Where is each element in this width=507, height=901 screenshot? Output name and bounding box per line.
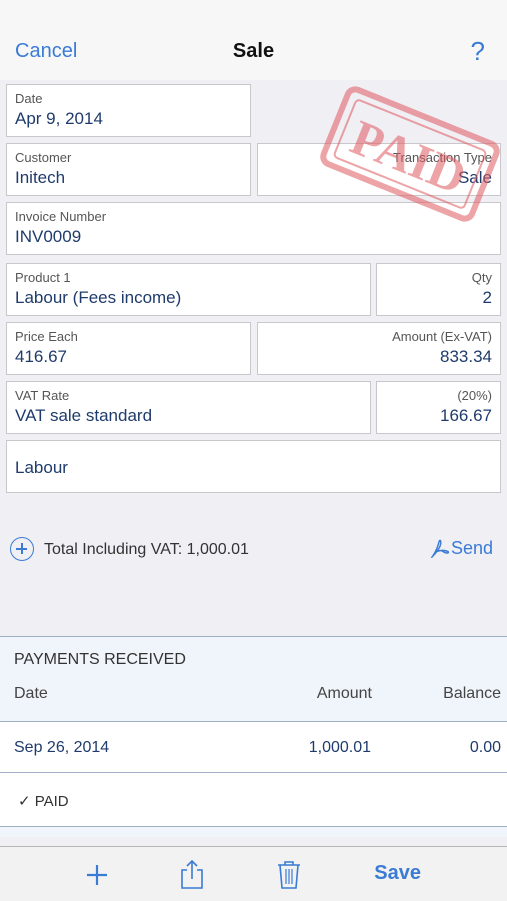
column-header-amount: Amount [316,685,372,702]
plus-icon[interactable] [84,859,110,889]
amount-ex-vat-value: 833.34 [440,347,492,366]
price-each-label: Price Each [15,329,78,344]
paid-status-row[interactable]: ✓ PAID [0,773,507,827]
date-value: Apr 9, 2014 [15,109,103,128]
send-button[interactable]: Send [429,538,493,560]
payment-row[interactable]: Sep 26, 2014 1,000.01 0.00 [0,721,507,773]
add-circle-icon[interactable] [10,537,34,561]
payment-balance: 0.00 [469,739,501,756]
description-field[interactable]: Labour [6,440,501,493]
paid-status: ✓ PAID [18,793,69,810]
vat-amount-field[interactable]: (20%) 166.67 [376,381,501,434]
invoice-number-value: INV0009 [15,227,82,246]
trash-icon[interactable] [275,859,303,889]
vat-amount-value: 166.67 [440,406,492,425]
total-including-vat: Total Including VAT: 1,000.01 [44,541,249,558]
save-button[interactable]: Save [374,862,421,885]
vat-percent-label: (20%) [457,388,492,403]
page-title: Sale [232,40,275,62]
customer-value: Initech [15,168,66,187]
description-value: Labour [15,458,68,477]
invoice-number-label: Invoice Number [15,209,107,224]
pdf-icon [430,539,450,559]
invoice-number-field[interactable]: Invoice Number INV0009 [6,202,501,255]
product-label: Product 1 [15,270,71,285]
transaction-type-value: Sale [457,168,492,187]
send-label: Send [450,538,493,558]
bottom-toolbar: Save [0,846,507,901]
date-field[interactable]: Date Apr 9, 2014 [6,84,251,137]
transaction-type-label: Transaction Type [393,150,492,165]
payment-amount: 1,000.01 [308,739,371,756]
vat-rate-field[interactable]: VAT Rate VAT sale standard [6,381,371,434]
customer-label: Customer [15,150,72,165]
product-value: Labour (Fees income) [15,288,182,307]
navigation-bar: Cancel Sale ? [0,0,507,80]
total-row: Total Including VAT: 1,000.01 Send [0,530,507,570]
qty-label: Qty [471,270,492,285]
customer-field[interactable]: Customer Initech [6,143,251,196]
product-field[interactable]: Product 1 Labour (Fees income) [6,263,371,316]
price-each-value: 416.67 [15,347,67,366]
amount-ex-vat-field[interactable]: Amount (Ex-VAT) 833.34 [257,322,501,375]
date-label: Date [15,91,43,106]
payment-date: Sep 26, 2014 [14,739,110,756]
qty-field[interactable]: Qty 2 [376,263,501,316]
payments-header: PAYMENTS RECEIVED [14,651,186,668]
amount-ex-vat-label: Amount (Ex-VAT) [392,329,492,344]
column-header-date: Date [14,685,48,702]
vat-rate-value: VAT sale standard [15,406,153,425]
transaction-type-field[interactable]: Transaction Type Sale [257,143,501,196]
qty-value: 2 [482,288,492,307]
price-each-field[interactable]: Price Each 416.67 [6,322,251,375]
column-header-balance: Balance [443,685,501,702]
share-icon[interactable] [178,859,206,889]
help-button[interactable]: ? [471,36,485,67]
payments-section: PAYMENTS RECEIVED Date Amount Balance Se… [0,636,507,837]
vat-rate-label: VAT Rate [15,388,70,403]
